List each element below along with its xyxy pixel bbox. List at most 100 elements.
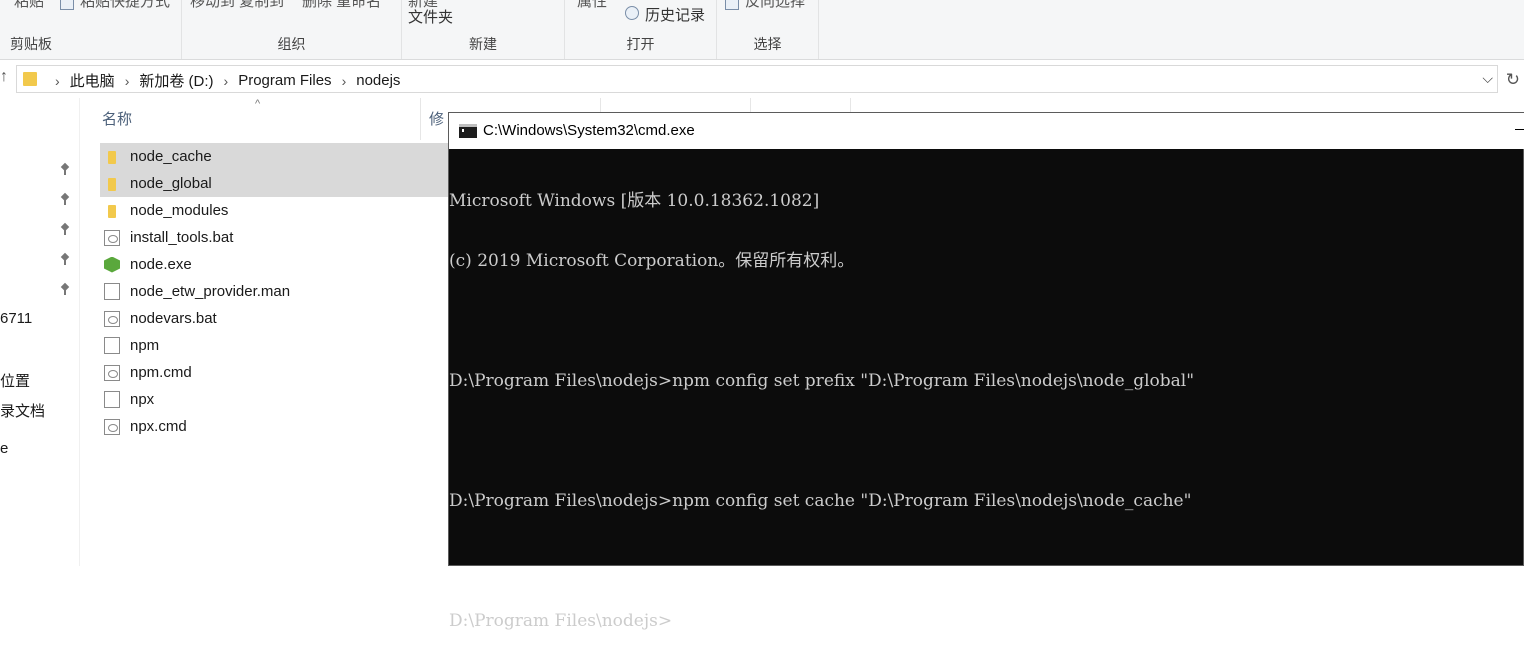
chevron-right-icon[interactable]: ›	[55, 73, 60, 89]
column-divider[interactable]	[420, 98, 421, 140]
sort-up-icon: ^	[255, 98, 261, 110]
invert-selection-icon	[725, 0, 739, 10]
file-row[interactable]: node_modules20	[100, 197, 525, 224]
file-row[interactable]: npx20	[100, 386, 525, 413]
ribbon-group-organize: 移动到 复制到 删除 重命名 组织	[182, 0, 402, 59]
history-button[interactable]: 历史记录	[645, 4, 705, 25]
address-bar[interactable]: › 此电脑 › 新加卷 (D:) › Program Files › nodej…	[16, 65, 1498, 93]
ribbon-group-label: 打开	[626, 36, 655, 52]
file-row[interactable]: nodevars.bat20	[100, 305, 525, 332]
file-name: npx	[130, 391, 155, 408]
batch-file-icon	[104, 418, 120, 435]
cmd-console[interactable]: Microsoft Windows [版本 10.0.18362.1082] (…	[449, 149, 1524, 631]
history-icon	[625, 6, 639, 20]
file-row[interactable]: node.exe20	[100, 251, 525, 278]
folder-icon	[104, 149, 120, 165]
ribbon-group-label: 剪贴板	[10, 36, 52, 52]
pin-icon[interactable]	[60, 254, 70, 265]
pin-icon[interactable]	[60, 284, 70, 295]
file-name: node_modules	[130, 202, 229, 219]
navigation-pane: 6711 位置 录文档 e	[0, 98, 80, 566]
properties-button[interactable]: 属性	[577, 0, 607, 11]
pin-icon[interactable]	[60, 194, 70, 205]
console-line: Microsoft Windows [版本 10.0.18362.1082]	[449, 191, 820, 211]
breadcrumb-nodejs[interactable]: nodejs	[356, 72, 400, 89]
file-row[interactable]: install_tools.bat20	[100, 224, 525, 251]
delete-rename-buttons[interactable]: 删除 重命名	[302, 0, 381, 11]
console-line: (c) 2019 Microsoft Corporation。保留所有权利。	[449, 251, 855, 271]
paste-label[interactable]: 粘贴	[14, 0, 44, 11]
console-line: D:\Program Files\nodejs>	[449, 611, 673, 631]
minimize-icon[interactable]	[1515, 129, 1524, 130]
ribbon-group-clipboard: 粘贴 粘贴快捷方式 剪贴板	[0, 0, 182, 59]
ribbon-group-new: 新建 文件夹 新建	[402, 0, 565, 59]
file-row[interactable]: npx.cmd20	[100, 413, 525, 440]
file-icon	[104, 283, 120, 300]
file-name: node.exe	[130, 256, 192, 273]
column-header-modified[interactable]: 修	[429, 108, 444, 129]
file-name: node_etw_provider.man	[130, 283, 291, 300]
file-row[interactable]: npm.cmd20	[100, 359, 525, 386]
cmd-title: C:\Windows\System32\cmd.exe	[483, 122, 695, 139]
cmd-icon	[459, 124, 477, 138]
nav-item[interactable]: e	[0, 440, 8, 457]
up-arrow-icon[interactable]: ↑	[0, 68, 8, 86]
paste-shortcut-button[interactable]: 粘贴快捷方式	[80, 0, 170, 11]
ribbon-group-label: 组织	[277, 36, 306, 52]
column-header-name[interactable]: 名称	[102, 108, 132, 129]
nav-item[interactable]: 录文档	[0, 400, 45, 421]
file-rows: node_cache20node_global20node_modules20i…	[100, 143, 525, 440]
file-row[interactable]: node_etw_provider.man20	[100, 278, 525, 305]
batch-file-icon	[104, 310, 120, 327]
batch-file-icon	[104, 229, 120, 246]
file-name: npx.cmd	[130, 418, 187, 435]
breadcrumb: › 此电脑 › 新加卷 (D:) › Program Files › nodej…	[45, 70, 400, 91]
invert-selection-button[interactable]: 反向选择	[745, 0, 805, 11]
refresh-icon[interactable]: ↻	[1506, 70, 1520, 90]
paste-shortcut-icon	[60, 0, 74, 10]
ribbon-group-select: 反向选择 选择	[717, 0, 819, 59]
chevron-right-icon[interactable]: ›	[342, 73, 347, 89]
ribbon-group-label: 选择	[753, 36, 782, 52]
batch-file-icon	[104, 364, 120, 381]
file-row[interactable]: node_cache20	[100, 143, 525, 170]
ribbon: 粘贴 粘贴快捷方式 剪贴板 移动到 复制到 删除 重命名 组织 新建 文件夹 新…	[0, 0, 1524, 60]
nav-item[interactable]: 6711	[0, 310, 32, 327]
address-row: ↑ › 此电脑 › 新加卷 (D:) › Program Files › nod…	[0, 60, 1524, 98]
file-explorer-window: 粘贴 粘贴快捷方式 剪贴板 移动到 复制到 删除 重命名 组织 新建 文件夹 新…	[0, 0, 1524, 631]
pin-icon[interactable]	[60, 224, 70, 235]
nav-item[interactable]: 位置	[0, 370, 30, 391]
file-name: install_tools.bat	[130, 229, 234, 246]
cmd-title-bar[interactable]: C:\Windows\System32\cmd.exe	[449, 113, 1524, 149]
node-exe-icon	[104, 257, 120, 273]
file-name: npm	[130, 337, 160, 354]
ribbon-group-open: 属性 历史记录 打开	[565, 0, 717, 59]
breadcrumb-this-pc[interactable]: 此电脑	[70, 70, 115, 91]
new-folder-button[interactable]: 文件夹	[408, 6, 453, 27]
breadcrumb-program-files[interactable]: Program Files	[238, 72, 331, 89]
chevron-right-icon[interactable]: ›	[125, 73, 130, 89]
file-row[interactable]: npm20	[100, 332, 525, 359]
breadcrumb-drive-d[interactable]: 新加卷 (D:)	[139, 70, 213, 91]
file-name: node_cache	[130, 148, 212, 165]
folder-icon	[104, 203, 120, 219]
console-line: D:\Program Files\nodejs>npm config set p…	[449, 371, 1195, 391]
console-line: D:\Program Files\nodejs>npm config set c…	[449, 491, 1192, 511]
pin-icon[interactable]	[60, 164, 70, 175]
file-name: npm.cmd	[130, 364, 192, 381]
cmd-window[interactable]: C:\Windows\System32\cmd.exe Microsoft Wi…	[448, 112, 1524, 631]
ribbon-group-label: 新建	[469, 36, 497, 52]
file-name: node_global	[130, 175, 212, 192]
folder-icon	[104, 176, 120, 192]
move-copy-buttons[interactable]: 移动到 复制到	[190, 0, 284, 11]
file-icon	[104, 337, 120, 354]
file-row[interactable]: node_global20	[100, 170, 525, 197]
folder-icon	[23, 72, 37, 86]
file-name: nodevars.bat	[130, 310, 217, 327]
chevron-down-icon[interactable]: ⌵	[1482, 70, 1493, 87]
chevron-right-icon[interactable]: ›	[224, 73, 229, 89]
file-icon	[104, 391, 120, 408]
